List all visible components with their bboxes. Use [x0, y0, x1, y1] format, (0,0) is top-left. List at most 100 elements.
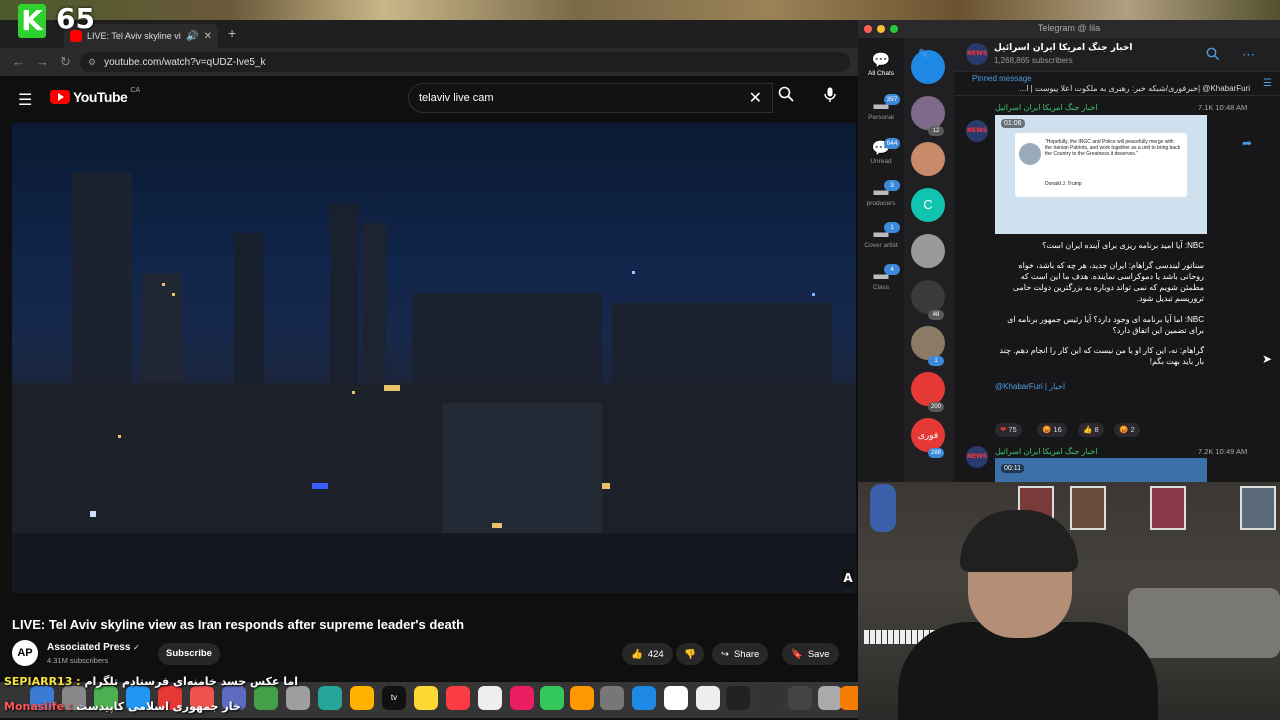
app-icon[interactable]	[726, 686, 750, 710]
reaction-heart[interactable]: ❤ 75	[995, 423, 1022, 437]
chat-item-avatar[interactable]	[911, 280, 945, 314]
close-tab-icon[interactable]: ✕	[204, 31, 212, 42]
settings-icon[interactable]	[600, 686, 624, 710]
app-icon[interactable]	[788, 686, 812, 710]
chat-item-avatar[interactable]	[911, 96, 945, 130]
app-icon[interactable]	[286, 686, 310, 710]
back-arrow-icon[interactable]: ←	[12, 54, 25, 69]
forward-arrow-icon[interactable]: →	[36, 54, 49, 69]
pinned-label: Pinned message	[972, 74, 1032, 83]
like-button[interactable]: 👍 424	[622, 643, 673, 665]
calendar-icon[interactable]	[696, 686, 720, 710]
search-icon[interactable]	[1206, 47, 1220, 63]
chat-item-avatar[interactable]	[911, 234, 945, 268]
notes-icon[interactable]	[414, 686, 438, 710]
youtube-logo[interactable]: YouTube CA	[50, 87, 140, 105]
search-button[interactable]	[770, 83, 802, 113]
chat-item-avatar[interactable]	[911, 326, 945, 360]
folder-sidebar: 💬 All Chats ▬ 397 Personal 💬 644 Unread …	[858, 38, 904, 482]
pinned-text: KhabarFuri@ |خبرفوری/شبکه خبر: رهبری به …	[1019, 84, 1250, 93]
app-icon[interactable]	[758, 686, 782, 710]
dislike-button[interactable]: 👎	[676, 643, 704, 665]
chat-bubbles-icon: 💬	[871, 52, 891, 69]
speaker-icon[interactable]: 🔊	[186, 31, 198, 42]
message-signature-link[interactable]: @KhabarFuri | اخبار	[995, 381, 1065, 392]
clear-search-icon[interactable]: ✕	[749, 88, 762, 108]
browser-window: LIVE: Tel Aviv skyline view 🔊 ✕ + ← → ↻ …	[0, 20, 858, 720]
app-icon[interactable]	[818, 686, 842, 710]
video-duration: 00:11	[1001, 464, 1024, 473]
news-icon[interactable]	[510, 686, 534, 710]
message-video-thumbnail[interactable]: 01:06 "Hopefully, the IRGC and Police wi…	[995, 115, 1207, 234]
hamburger-menu-icon[interactable]: ☰	[18, 90, 32, 110]
channel-subscribers: 1,268,865 subscribers	[994, 56, 1073, 65]
save-button[interactable]: 🔖 Save	[782, 643, 839, 665]
chat-item-avatar[interactable]	[911, 142, 945, 176]
folder-unread[interactable]: 💬 644 Unread	[858, 138, 904, 165]
new-tab-button[interactable]: +	[228, 25, 236, 41]
channel-avatar[interactable]: AP	[12, 640, 38, 666]
site-info-icon[interactable]: ⚙	[88, 57, 96, 68]
message-sender: اخبار جنگ امریکا ایران اسرائیل	[995, 447, 1098, 456]
stream-logo: K	[18, 4, 46, 38]
window-light	[384, 385, 400, 391]
folder-all-chats[interactable]: 💬 All Chats	[858, 52, 904, 77]
folder-badge: 4	[884, 264, 900, 275]
channel-name[interactable]: Associated Press ✓	[47, 642, 140, 653]
channel-view: NEWS اخبار جنگ امریکا ایران اسرائیل 1,26…	[918, 38, 1280, 482]
stream-chat-line: SEPIARR13 : اما عکس جسد خامنه‌ای فرستادم…	[4, 675, 298, 688]
thumbs-up-icon: 👍	[631, 648, 643, 660]
apple-tv-icon[interactable]: tv	[382, 686, 406, 710]
reaction-angry[interactable]: 😡 16	[1037, 423, 1067, 437]
chat-item-avatar[interactable]: فوری	[911, 418, 945, 452]
channel-avatar[interactable]: NEWS	[966, 43, 988, 65]
messages-icon[interactable]	[254, 686, 278, 710]
reload-icon[interactable]: ↻	[60, 54, 71, 70]
folder-cover-artist[interactable]: ▬ 1 Cover artist	[858, 222, 904, 249]
search-input[interactable]: telaviv live cam ✕	[408, 83, 773, 113]
pinned-message-bar[interactable]: Pinned message KhabarFuri@ |خبرفوری/شبکه…	[954, 72, 1280, 96]
url-field[interactable]: ⚙ youtube.com/watch?v=qUDZ-Ive5_k	[80, 52, 850, 72]
message-line: گراهام: نه، این کار او یا من نیست که این…	[999, 346, 1204, 366]
folder-producers[interactable]: ▬ 3 producers	[858, 180, 904, 207]
channel-title[interactable]: اخبار جنگ امریکا ایران اسرائیل	[994, 43, 1133, 53]
video-player[interactable]: A	[12, 123, 856, 593]
quote-card: "Hopefully, the IRGC and Police will pea…	[1015, 133, 1187, 197]
app-store-icon[interactable]	[632, 686, 656, 710]
pinned-list-icon[interactable]: ☰	[1263, 78, 1272, 89]
more-options-icon[interactable]: ⋯	[1242, 47, 1255, 63]
chat-item-avatar[interactable]: C	[911, 188, 945, 222]
music-icon[interactable]	[446, 686, 470, 710]
microphone-button[interactable]	[818, 86, 842, 110]
desktop-wallpaper-strip	[0, 0, 1280, 20]
reaction-count: 75	[1008, 425, 1017, 434]
youtube-wordmark: YouTube	[73, 89, 128, 105]
message-line: NBC: آیا امید برنامه ریزی برای آینده ایر…	[1042, 241, 1204, 250]
folder-label: All Chats	[867, 70, 894, 77]
compose-icon[interactable]: ✎	[918, 46, 929, 62]
video-duration: 01:06	[1001, 119, 1025, 128]
app-icon[interactable]	[318, 686, 342, 710]
share-button[interactable]: ↪ Share	[712, 643, 769, 665]
window-light	[312, 483, 328, 489]
notion-icon[interactable]	[664, 686, 688, 710]
pages-icon[interactable]	[570, 686, 594, 710]
window-light	[812, 293, 815, 296]
reaction-angry[interactable]: 😡 2	[1114, 423, 1140, 437]
folder-personal[interactable]: ▬ 397 Personal	[858, 94, 904, 121]
chat-unread-badge: 48	[928, 310, 944, 320]
numbers-icon[interactable]	[540, 686, 564, 710]
share-icon: ↪	[721, 648, 729, 660]
message-line: سناتور لیندسی گراهام: ایران جدید، هر چه …	[1012, 261, 1204, 303]
subscribe-button[interactable]: Subscribe	[158, 643, 220, 665]
folder-badge: 397	[884, 94, 900, 105]
message-video-thumbnail[interactable]: 00:11	[995, 458, 1207, 482]
search-icon	[778, 86, 794, 102]
forward-icon[interactable]: ➦	[1242, 136, 1252, 150]
app-icon[interactable]	[350, 686, 374, 710]
folder-class[interactable]: ▬ 4 Class	[858, 264, 904, 291]
calendar-icon[interactable]	[478, 686, 502, 710]
window-light	[632, 271, 635, 274]
reaction-thumbs-up[interactable]: 👍 8	[1078, 423, 1104, 437]
chat-item-avatar[interactable]	[911, 372, 945, 406]
